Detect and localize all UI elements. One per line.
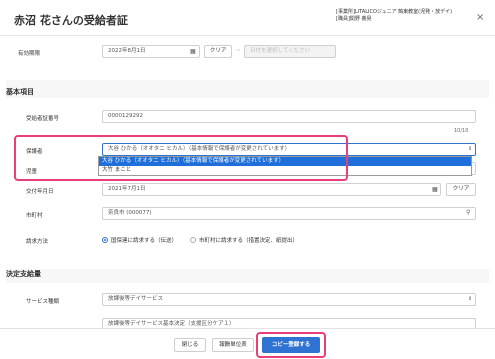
modal-title: 赤沼 花さんの受給者証: [14, 14, 128, 27]
issue-date-input[interactable]: 2021年7月1日: [102, 183, 441, 196]
service-type-label: サービス種類: [26, 299, 60, 305]
issue-date-value: 2021年7月1日: [108, 186, 146, 192]
municipality-value: 奈良市 (000077): [108, 210, 152, 216]
issue-date-clear-label: クリア: [452, 186, 470, 192]
service-detail-select[interactable]: 放課後等デイサービス基本決定（支援区分ケア１）: [102, 318, 476, 328]
issue-date-clear-button[interactable]: クリア: [446, 183, 476, 196]
fee-table-button[interactable]: 報酬単位表: [212, 338, 254, 352]
guardian-highlight-box: [14, 135, 348, 181]
search-icon[interactable]: ⚲: [466, 209, 470, 216]
modal-footer: 閉じる 報酬単位表 コピー登録する: [0, 328, 495, 359]
office-info: [事業所]LITALICOジュニア 鵠東教室(児発・放デイ) [職員]関野 義晃: [336, 9, 476, 23]
recipient-no-value: 0000129292: [108, 113, 143, 119]
billing-label: 請求方法: [26, 239, 49, 245]
municipality-input[interactable]: 奈良市 (000077): [102, 207, 476, 220]
basic-section-title: 基本項目: [6, 88, 34, 96]
billing-option-municipal: 市町村に請求する（措置決定、紙提出）: [199, 238, 299, 244]
copy-register-highlight-box: [256, 332, 326, 358]
billing-option-national: 国保連に請求する（伝送）: [111, 238, 178, 244]
municipality-label: 市町村: [26, 213, 43, 219]
close-button-label: 閉じる: [181, 342, 199, 348]
validity-clear-label: クリア: [209, 48, 227, 54]
calendar-icon[interactable]: ▦: [190, 48, 196, 55]
billing-radio-municipal[interactable]: [190, 237, 196, 243]
modal-header: 赤沼 花さんの受給者証 [事業所]LITALICOジュニア 鵠東教室(児発・放デ…: [0, 0, 495, 36]
range-tilde: ~: [236, 48, 241, 54]
service-type-value: 放課後等デイサービス: [108, 296, 164, 302]
staff-name: [職員]関野 義晃: [336, 16, 372, 22]
validity-panel: [6, 36, 489, 80]
validity-clear-button[interactable]: クリア: [204, 45, 232, 58]
close-icon[interactable]: ×: [476, 12, 484, 23]
billing-radio-national[interactable]: [102, 237, 108, 243]
char-counter: 10/10: [454, 128, 469, 134]
office-name: [事業所]LITALICOジュニア 鵠東教室(児発・放デイ): [336, 9, 453, 15]
service-type-select[interactable]: 放課後等デイサービス: [102, 293, 476, 306]
recipient-no-input[interactable]: 0000129292: [102, 110, 476, 123]
issue-date-label: 交付年月日: [26, 189, 54, 195]
recipient-no-label: 受給者証番号: [26, 116, 60, 122]
calendar-icon[interactable]: ▦: [432, 186, 438, 193]
validity-end-input[interactable]: 日付を選択してください: [244, 45, 336, 58]
validity-end-placeholder: 日付を選択してください: [250, 48, 311, 54]
close-button[interactable]: 閉じる: [174, 338, 206, 352]
select-arrow-icon: ⇕: [468, 296, 473, 302]
validity-start-input[interactable]: 2022年8月1日: [102, 45, 200, 58]
validity-label: 有効期限: [18, 51, 41, 57]
service-detail-value: 放課後等デイサービス基本決定（支援区分ケア１）: [108, 321, 235, 327]
validity-start-value: 2022年8月1日: [108, 48, 146, 54]
fee-table-button-label: 報酬単位表: [219, 342, 247, 348]
select-arrow-icon: ⇕: [468, 146, 473, 152]
decision-section-title: 決定支給量: [6, 269, 489, 283]
modal-body[interactable]: 有効期限 2022年8月1日 ▦ クリア ~ 日付を選択してください 基本項目 …: [6, 36, 489, 328]
